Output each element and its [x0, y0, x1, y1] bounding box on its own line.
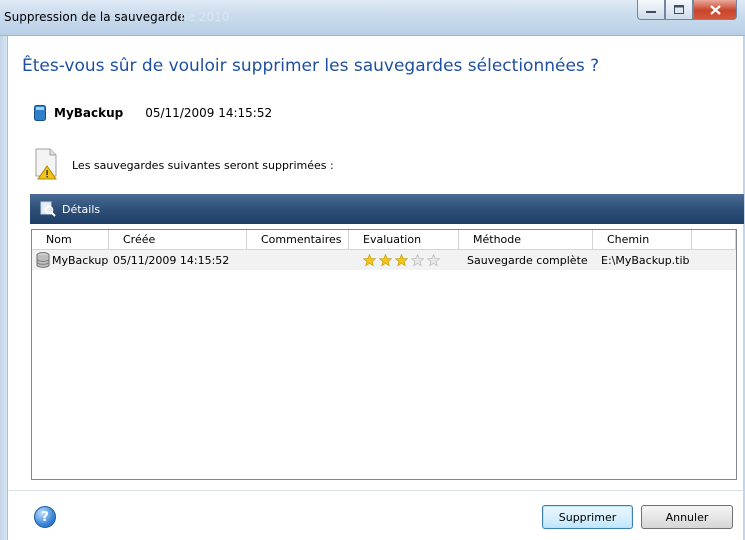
backup-archive-icon [36, 252, 50, 268]
warning-text: Les sauvegardes suivantes seront supprim… [72, 158, 334, 172]
column-header-chemin[interactable]: Chemin [593, 230, 692, 249]
column-header-methode[interactable]: Méthode [459, 230, 593, 249]
rating-stars [363, 253, 440, 267]
maximize-button[interactable] [665, 0, 693, 20]
backup-icon [34, 105, 46, 121]
details-magnifier-icon [40, 201, 56, 217]
cell-methode: Sauvegarde complète [467, 253, 588, 267]
help-button[interactable]: ? [34, 506, 56, 528]
caption-buttons [637, 0, 737, 20]
column-header-creee[interactable]: Créée [109, 230, 247, 249]
cancel-button[interactable]: Annuler [641, 505, 733, 529]
star-filled-icon [363, 253, 376, 266]
star-empty-icon [427, 253, 440, 266]
cell-evaluation [349, 253, 459, 267]
column-header-evaluation[interactable]: Evaluation [349, 230, 459, 249]
delete-button[interactable]: Supprimer [542, 505, 633, 529]
document-warning-icon [35, 148, 57, 180]
table-header: Nom Créée Commentaires Evaluation Méthod… [32, 230, 736, 250]
window-title: Suppression de la sauvegarde [4, 10, 185, 24]
cell-nom-text: MyBackup [52, 253, 109, 267]
warning-line: Les sauvegardes suivantes seront supprim… [34, 148, 334, 180]
close-icon [709, 4, 721, 15]
backup-summary: MyBackup 05/11/2009 14:15:52 [34, 105, 272, 121]
details-header[interactable]: Détails [30, 194, 744, 224]
column-header-filler [692, 230, 736, 249]
minimize-icon [646, 10, 656, 13]
window-title-ghost: ne 2010 [180, 10, 230, 24]
column-header-commentaires[interactable]: Commentaires [247, 230, 349, 249]
confirmation-question: Êtes-vous sûr de vouloir supprimer les s… [22, 56, 600, 76]
close-button[interactable] [693, 0, 737, 20]
minimize-button[interactable] [637, 0, 665, 20]
cell-nom: MyBackup [32, 252, 109, 268]
table-row[interactable]: MyBackup 05/11/2009 14:15:52 Sauvegarde … [32, 250, 736, 270]
maximize-icon [674, 5, 684, 14]
star-filled-icon [379, 253, 392, 266]
star-empty-icon [411, 253, 424, 266]
star-filled-icon [395, 253, 408, 266]
title-bar[interactable]: Suppression de la sauvegarde ne 2010 [0, 0, 745, 36]
help-icon: ? [41, 509, 49, 525]
window-left-frame [0, 36, 8, 540]
backups-table: Nom Créée Commentaires Evaluation Méthod… [31, 229, 737, 480]
backup-date: 05/11/2009 14:15:52 [145, 106, 273, 120]
cell-creee: 05/11/2009 14:15:52 [113, 253, 230, 267]
backup-name: MyBackup [54, 106, 124, 120]
column-header-nom[interactable]: Nom [32, 230, 109, 249]
footer-divider [9, 490, 743, 491]
details-label: Détails [62, 202, 101, 216]
cell-chemin: E:\MyBackup.tib [601, 253, 690, 267]
